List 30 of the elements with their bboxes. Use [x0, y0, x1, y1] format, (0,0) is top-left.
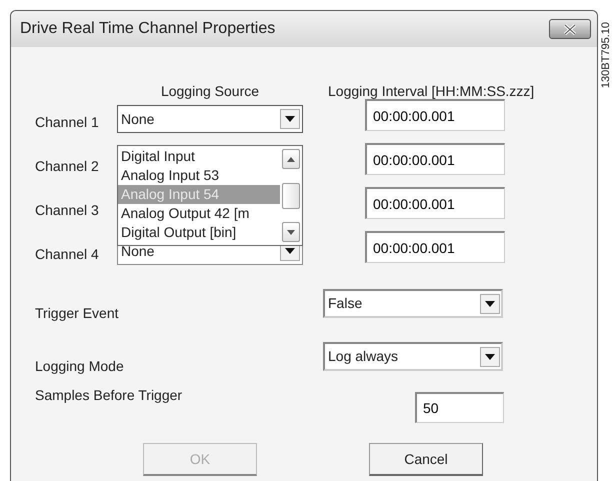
mode-combo[interactable]: Log always	[323, 342, 503, 371]
channel-label: Channel 4	[35, 245, 100, 264]
scroll-down-icon[interactable]	[282, 222, 300, 242]
column-header: Logging Source	[160, 82, 260, 101]
list-item[interactable]: Analog Input 53	[118, 166, 280, 185]
interval-field[interactable]: 00:00:00.001	[365, 187, 505, 219]
field-label: Samples Before Trigger	[35, 386, 184, 405]
scrollbar-thumb[interactable]	[282, 182, 300, 208]
field-label: Logging Mode	[35, 357, 125, 376]
source-combo[interactable]: None	[117, 105, 303, 133]
interval-field[interactable]: 00:00:00.001	[365, 231, 505, 263]
cancel-button[interactable]: Cancel	[369, 443, 483, 476]
channel-label: Channel 2	[35, 157, 100, 176]
list-item[interactable]: Digital Input	[118, 147, 280, 166]
scroll-up-icon[interactable]	[282, 149, 300, 169]
scrollbar[interactable]	[280, 146, 302, 245]
channel-label: Channel 1	[35, 113, 100, 132]
dropdown-list[interactable]: Digital Input Analog Input 53 Analog Input 54 Analog Output 42 [m Digital Output [bin]	[117, 145, 303, 246]
samples-field[interactable]: 50	[415, 392, 504, 423]
window-title: Drive Real Time Channel Properties	[20, 19, 276, 39]
close-button[interactable]	[549, 19, 591, 39]
column-header: Logging Interval [HH:MM:SS.zzz]	[327, 82, 536, 101]
interval-field[interactable]: 00:00:00.001	[365, 99, 505, 131]
trigger-combo[interactable]: False	[323, 289, 503, 318]
field-label: Trigger Event	[35, 304, 120, 323]
channel-label: Channel 3	[35, 201, 100, 220]
list-item[interactable]: Analog Output 42 [m	[118, 204, 280, 223]
interval-field[interactable]: 00:00:00.001	[365, 143, 505, 175]
figure-id: 130BT795.10	[600, 22, 612, 88]
close-icon	[562, 24, 578, 34]
